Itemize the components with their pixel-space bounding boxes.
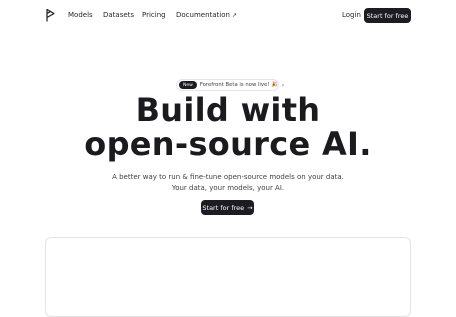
hero-start-for-free-button[interactable]: Start for free →	[201, 200, 254, 215]
hero-headline-line2: open-source AI.	[84, 125, 372, 163]
nav-link-datasets[interactable]: Datasets	[103, 10, 134, 20]
arrow-right-icon: →	[247, 203, 253, 212]
announcement-badge[interactable]: New Forefront Beta is now live! 🎉 ›	[176, 79, 284, 91]
forefront-logo-icon[interactable]	[44, 8, 58, 23]
login-link[interactable]: Login	[342, 10, 361, 20]
hero-headline-line1: Build with	[135, 91, 321, 129]
hero-cta-label: Start for free	[202, 203, 245, 212]
nav-link-models[interactable]: Models	[68, 10, 93, 20]
new-tag: New	[179, 81, 197, 89]
hero-subtitle: A better way to run & fine-tune open-sou…	[0, 172, 456, 194]
start-for-free-button[interactable]: Start for free	[364, 8, 411, 23]
top-nav: Models Datasets Pricing Documentation ↗ L…	[0, 0, 456, 32]
nav-link-documentation-label: Documentation	[176, 11, 230, 19]
announcement-text: Forefront Beta is now live! 🎉	[199, 82, 278, 88]
nav-link-documentation[interactable]: Documentation ↗	[176, 10, 237, 21]
nav-link-pricing[interactable]: Pricing	[142, 10, 166, 20]
external-link-icon: ↗	[231, 12, 237, 19]
chevron-right-icon: ›	[281, 81, 285, 89]
hero-headline: Build with open-source AI.	[0, 93, 456, 161]
hero-subtitle-line2: Your data, your models, your AI.	[171, 184, 285, 192]
hero-subtitle-line1: A better way to run & fine-tune open-sou…	[112, 173, 344, 181]
preview-panel	[45, 237, 411, 317]
start-for-free-label: Start for free	[366, 11, 409, 20]
